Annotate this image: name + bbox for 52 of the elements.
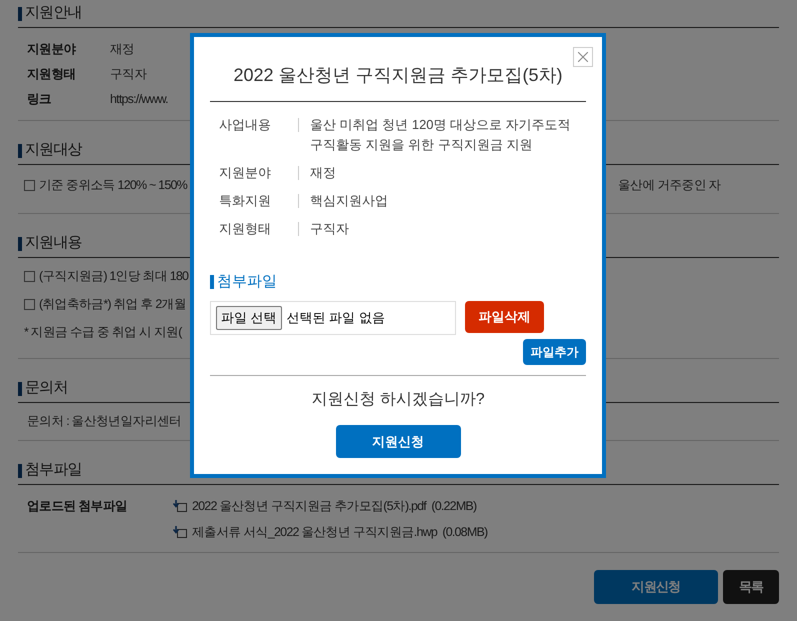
download-icon xyxy=(173,526,187,538)
add-file-button[interactable]: 파일추가 xyxy=(523,339,586,365)
info-label: 특화지원 xyxy=(218,192,272,210)
attachment-heading: 첨부파일 xyxy=(217,272,277,292)
field-value: 구직자 xyxy=(110,66,147,84)
square-icon xyxy=(24,180,35,190)
bullet-text: 울산에 거주중인 자 xyxy=(618,176,721,194)
info-label: 지원형태 xyxy=(218,220,272,238)
heading-marker xyxy=(18,382,22,396)
field-label: 지원형태 xyxy=(26,66,77,84)
section-heading: 지원대상 xyxy=(25,140,82,160)
choose-file-button[interactable]: 파일 선택 xyxy=(216,306,282,330)
section-heading: 첨부파일 xyxy=(25,460,82,480)
bullet-text: (구직지원금) 1인당 최대 180 xyxy=(39,268,188,285)
heading-marker xyxy=(18,464,22,478)
field-value: 재정 xyxy=(110,41,134,58)
info-value: 핵심지원사업 xyxy=(310,192,388,210)
section-heading: 지원안내 xyxy=(25,3,82,24)
contact-text: 문의처 : 울산청년일자리센터 xyxy=(27,413,182,430)
info-label: 사업내용 xyxy=(218,116,272,134)
heading-marker xyxy=(18,6,22,20)
bullet-text: (취업축하금*) 취업 후 2개월 xyxy=(39,296,186,313)
close-icon xyxy=(578,52,588,62)
square-icon xyxy=(24,298,35,310)
heading-marker xyxy=(18,236,22,250)
field-label: 지원분야 xyxy=(26,41,77,58)
field-value: https://www. xyxy=(110,91,168,108)
file-status: 선택된 파일 없음 xyxy=(286,309,385,328)
square-icon xyxy=(24,270,35,282)
section-heading: 문의처 xyxy=(25,378,68,398)
action-button[interactable]: 목록 xyxy=(723,570,779,604)
info-label: 지원분야 xyxy=(218,164,272,182)
submit-button[interactable]: 지원신청 xyxy=(336,425,460,458)
delete-file-button[interactable]: 파일삭제 xyxy=(465,301,544,333)
field-label: 링크 xyxy=(26,91,52,108)
file-link[interactable]: 제출서류 서식_2022 울산청년 구직지원금.hwp (0.08MB) xyxy=(192,522,488,542)
heading-marker xyxy=(18,144,22,158)
dialog-title: 2022 울산청년 구직지원금 추가모집(5차) xyxy=(233,64,563,87)
file-link[interactable]: 2022 울산청년 구직지원금 추가모집(5차).pdf (0.22MB) xyxy=(192,496,476,516)
heading-marker xyxy=(210,275,214,289)
info-value: 구직자 xyxy=(310,220,349,238)
file-input[interactable]: 파일 선택 선택된 파일 없음 xyxy=(210,301,456,335)
info-value: 재정 xyxy=(310,164,336,182)
info-value: 울산 미취업 청년 120명 대상으로 자기주도적 구직활동 지원을 위한 구직지원금 지원 xyxy=(310,116,571,154)
field-label: 업로드된 첨부파일 xyxy=(26,498,128,515)
close-button[interactable] xyxy=(573,47,593,67)
bullet-text: 기준 중위소득 120% ~ 150% xyxy=(39,176,187,194)
action-button[interactable]: 지원신청 xyxy=(594,570,718,604)
download-icon xyxy=(173,500,187,512)
section-heading: 지원내용 xyxy=(25,233,82,254)
note-text: * 지원금 수급 중 취업 시 지원( xyxy=(24,324,182,341)
confirm-question: 지원신청 하시겠습니까? xyxy=(311,390,485,410)
